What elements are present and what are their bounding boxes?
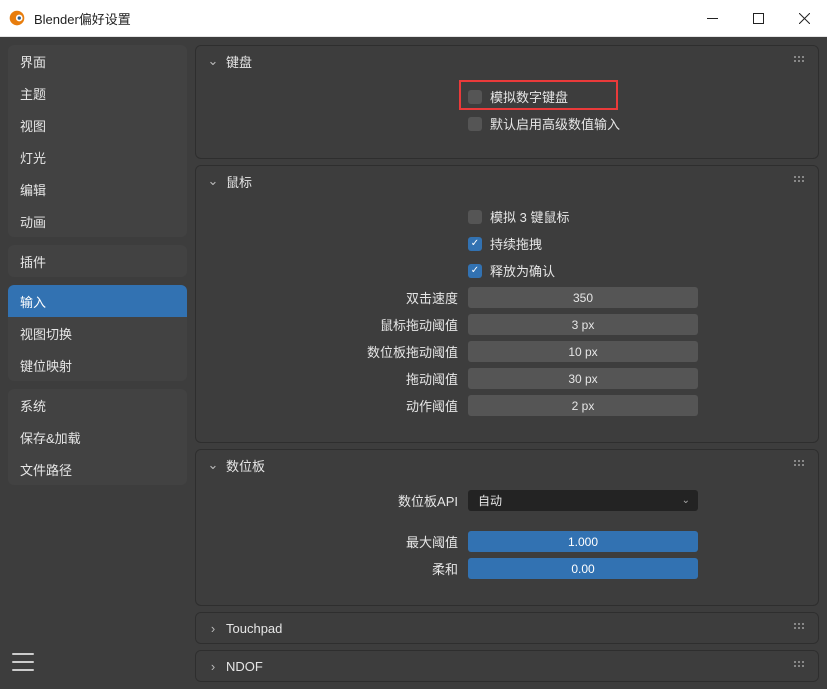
emulate-numpad-label: 模拟数字键盘 (490, 87, 568, 106)
checkbox-checked-icon (468, 264, 482, 278)
window-maximize-button[interactable] (735, 0, 781, 37)
tablet-api-label: 数位板API (206, 491, 468, 510)
advanced-numeric-input-checkbox[interactable]: 默认启用高级数值输入 (468, 114, 698, 133)
titlebar: Blender偏好设置 (0, 0, 827, 37)
chevron-down-icon: ⌄ (206, 53, 220, 69)
emulate-numpad-checkbox[interactable]: 模拟数字键盘 (468, 87, 698, 106)
sidebar-item[interactable]: 视图 (8, 109, 187, 141)
sidebar-item[interactable]: 键位映射 (8, 349, 187, 381)
tablet-api-value: 自动 (478, 492, 502, 509)
panel-ndof-header[interactable]: › NDOF (196, 651, 818, 681)
mouse-drag-threshold-label: 鼠标拖动阈值 (206, 315, 468, 334)
panel-tablet-header[interactable]: ⌄ 数位板 (196, 450, 818, 480)
release-confirm-label: 释放为确认 (490, 261, 555, 280)
panel-tablet: ⌄ 数位板 数位板API 自动 ⌄ 最大阈值1.000 柔和0.00 (195, 449, 819, 606)
max-threshold-field[interactable]: 1.000 (468, 531, 698, 552)
chevron-down-icon: ⌄ (206, 457, 220, 473)
checkbox-icon (468, 90, 482, 104)
sidebar-item[interactable]: 动画 (8, 205, 187, 237)
grip-icon (794, 176, 808, 186)
continuous-drag-checkbox[interactable]: 持续拖拽 (468, 234, 698, 253)
panel-mouse-header[interactable]: ⌄ 鼠标 (196, 166, 818, 196)
chevron-down-icon: ⌄ (206, 173, 220, 189)
chevron-right-icon: › (206, 621, 220, 636)
sidebar-item[interactable]: 界面 (8, 45, 187, 77)
window-title: Blender偏好设置 (34, 9, 131, 28)
softness-label: 柔和 (206, 559, 468, 578)
panel-keyboard-title: 键盘 (226, 52, 252, 71)
continuous-drag-label: 持续拖拽 (490, 234, 542, 253)
grip-icon (794, 460, 808, 470)
drag-threshold-field[interactable]: 30 px (468, 368, 698, 389)
emulate-3button-mouse-label: 模拟 3 键鼠标 (490, 207, 569, 226)
preferences-sidebar: 界面主题视图灯光编辑动画插件输入视图切换键位映射系统保存&加载文件路径 (0, 37, 195, 689)
sidebar-item[interactable]: 视图切换 (8, 317, 187, 349)
panel-touchpad: › Touchpad (195, 612, 819, 644)
window-minimize-button[interactable] (689, 0, 735, 37)
double-click-speed-label: 双击速度 (206, 288, 468, 307)
tablet-api-select[interactable]: 自动 ⌄ (468, 490, 698, 511)
sidebar-item[interactable]: 插件 (8, 245, 187, 277)
panel-keyboard-header[interactable]: ⌄ 键盘 (196, 46, 818, 76)
checkbox-checked-icon (468, 237, 482, 251)
hamburger-menu-icon[interactable] (12, 653, 34, 671)
sidebar-item[interactable]: 主题 (8, 77, 187, 109)
panel-ndof-title: NDOF (226, 659, 263, 674)
double-click-speed-field[interactable]: 350 (468, 287, 698, 308)
mouse-drag-threshold-field[interactable]: 3 px (468, 314, 698, 335)
advanced-numeric-input-label: 默认启用高级数值输入 (490, 114, 620, 133)
grip-icon (794, 56, 808, 66)
panel-touchpad-header[interactable]: › Touchpad (196, 613, 818, 643)
chevron-down-icon: ⌄ (682, 495, 690, 506)
motion-threshold-label: 动作阈值 (206, 396, 468, 415)
checkbox-icon (468, 117, 482, 131)
panel-mouse-title: 鼠标 (226, 172, 252, 191)
sidebar-item[interactable]: 系统 (8, 389, 187, 421)
panel-ndof: › NDOF (195, 650, 819, 682)
chevron-right-icon: › (206, 659, 220, 674)
panel-tablet-title: 数位板 (226, 456, 265, 475)
sidebar-item[interactable]: 编辑 (8, 173, 187, 205)
drag-threshold-label: 拖动阈值 (206, 369, 468, 388)
max-threshold-label: 最大阈值 (206, 532, 468, 551)
sidebar-item[interactable]: 输入 (8, 285, 187, 317)
sidebar-item[interactable]: 灯光 (8, 141, 187, 173)
blender-logo-icon (8, 9, 26, 27)
tablet-drag-threshold-label: 数位板拖动阈值 (206, 342, 468, 361)
window-close-button[interactable] (781, 0, 827, 37)
grip-icon (794, 661, 808, 671)
panel-touchpad-title: Touchpad (226, 621, 282, 636)
preferences-main: ⌄ 键盘 模拟数字键盘 (195, 37, 827, 689)
panel-keyboard: ⌄ 键盘 模拟数字键盘 (195, 45, 819, 159)
checkbox-icon (468, 210, 482, 224)
release-confirm-checkbox[interactable]: 释放为确认 (468, 261, 698, 280)
sidebar-item[interactable]: 保存&加载 (8, 421, 187, 453)
emulate-3button-mouse-checkbox[interactable]: 模拟 3 键鼠标 (468, 207, 698, 226)
softness-field[interactable]: 0.00 (468, 558, 698, 579)
grip-icon (794, 623, 808, 633)
tablet-drag-threshold-field[interactable]: 10 px (468, 341, 698, 362)
motion-threshold-field[interactable]: 2 px (468, 395, 698, 416)
panel-mouse: ⌄ 鼠标 模拟 3 键鼠标 持续拖拽 释放为确认 双击速度350 鼠标拖动阈值3… (195, 165, 819, 443)
sidebar-item[interactable]: 文件路径 (8, 453, 187, 485)
